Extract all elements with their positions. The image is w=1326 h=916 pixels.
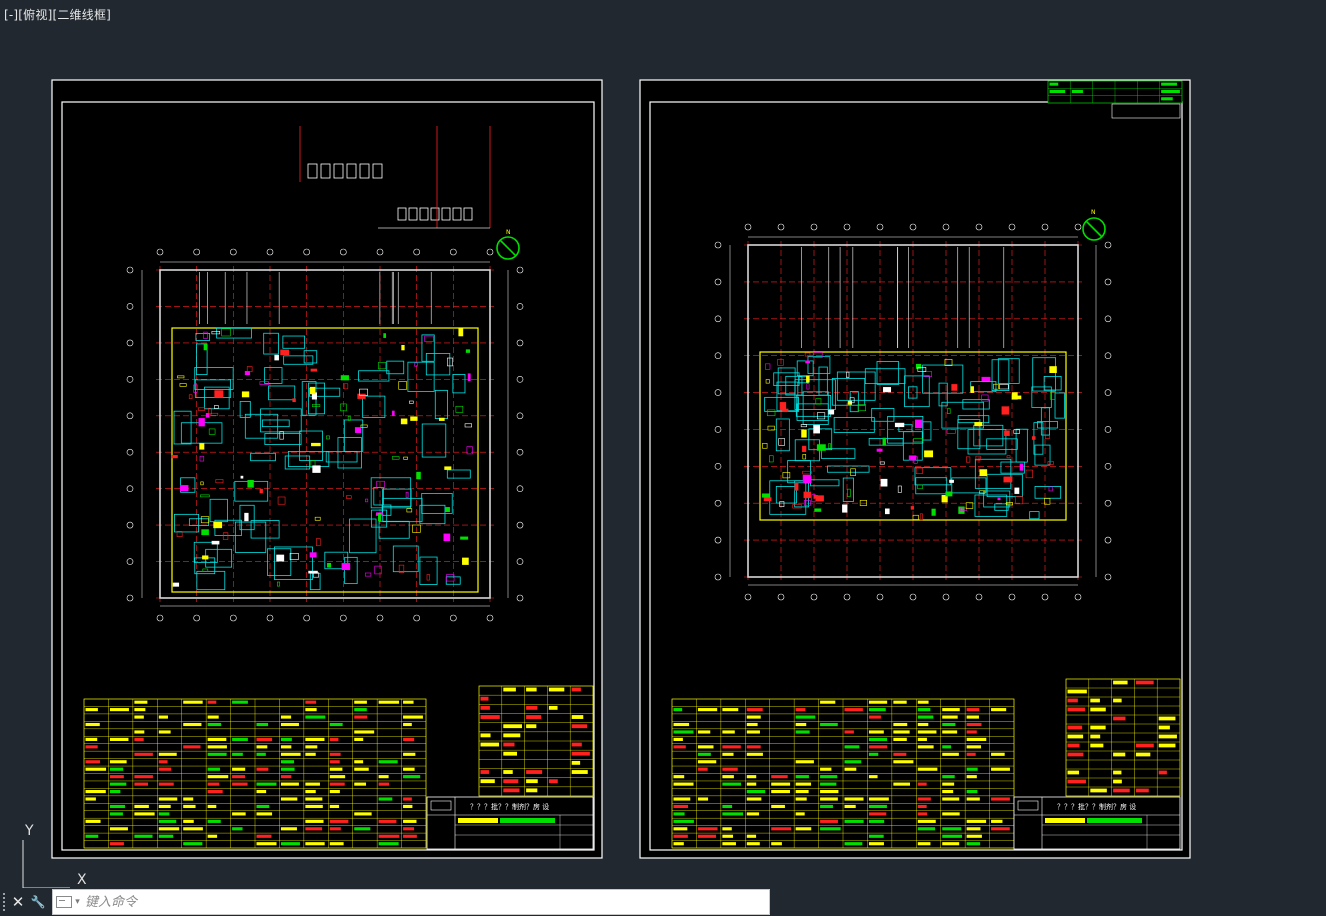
sheet-1-equipment-table [83,698,427,849]
sheet-2-side-table [1065,678,1181,797]
svg-text:N: N [506,229,511,236]
sheet-1-title-block: ？？？批？？制剂？房 设 [426,796,594,850]
sheet-2-title-block: ？？？批？？制剂？房 设 [1013,796,1181,850]
close-icon[interactable]: ✕ [8,888,28,916]
wrench-icon[interactable]: 🔧 [28,888,48,916]
command-input[interactable] [83,891,769,913]
drawing-sheet-1[interactable]: N ？？？批？？制剂？房 设 [51,79,603,859]
drawing-sheet-2[interactable]: N ？？？批？？制剂？房 设 [639,79,1191,859]
command-line-grip-icon[interactable] [0,888,8,916]
command-input-wrapper[interactable]: ▾ [52,889,770,915]
command-line-bar: ✕ 🔧 ▾ [0,888,770,916]
command-history-icon[interactable]: ▾ [53,896,83,908]
ucs-y-label: Y [25,823,34,839]
model-space[interactable]: N ？？？批？？制剂？房 设 N ？？？批？？制剂？房 设 [0,0,1326,888]
svg-text:N: N [1091,209,1096,216]
sheet-2-equipment-table [671,698,1015,849]
svg-text:？？？批？？制剂？房 设: ？？？批？？制剂？房 设 [470,802,549,811]
svg-text:？？？批？？制剂？房 设: ？？？批？？制剂？房 设 [1057,802,1136,811]
ucs-x-label: X [77,872,87,888]
sheet-1-side-table [478,685,594,797]
